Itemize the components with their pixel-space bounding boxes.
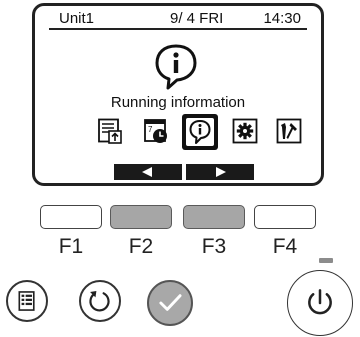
power-button[interactable] bbox=[287, 270, 353, 336]
f2-label: F2 bbox=[128, 235, 154, 258]
svg-text:7: 7 bbox=[148, 125, 153, 134]
info-menu-item-selected[interactable] bbox=[182, 114, 218, 150]
f4-label: F4 bbox=[272, 235, 298, 258]
f3-key[interactable] bbox=[183, 205, 245, 229]
power-icon bbox=[308, 289, 332, 315]
ok-button[interactable] bbox=[147, 280, 193, 326]
clock-display: 14:30 bbox=[263, 10, 301, 27]
maintenance-icon[interactable] bbox=[276, 118, 302, 144]
menu-title: Running information bbox=[110, 94, 246, 111]
right-arrow-icon[interactable] bbox=[186, 164, 254, 180]
lcd-screen: Unit1 9/ 4 FRI 14:30 Running information… bbox=[32, 3, 324, 186]
date-display: 9/ 4 FRI bbox=[170, 10, 224, 27]
schedule-icon[interactable]: 7 bbox=[143, 118, 169, 144]
f1-label: F1 bbox=[58, 235, 84, 258]
unit-name: Unit1 bbox=[59, 10, 95, 27]
menu-icon bbox=[18, 291, 35, 311]
f1-key[interactable] bbox=[40, 205, 102, 229]
f3-label: F3 bbox=[201, 235, 227, 258]
gear-icon[interactable] bbox=[232, 118, 258, 144]
return-icon bbox=[89, 291, 110, 312]
check-icon bbox=[159, 294, 182, 311]
left-arrow-icon[interactable] bbox=[114, 164, 182, 180]
operation-lamp bbox=[319, 258, 333, 263]
f4-key[interactable] bbox=[254, 205, 316, 229]
f2-key[interactable] bbox=[110, 205, 172, 229]
info-icon bbox=[152, 42, 200, 90]
menu-button[interactable] bbox=[6, 280, 48, 322]
data-list-icon[interactable] bbox=[97, 118, 123, 144]
return-button[interactable] bbox=[79, 280, 121, 322]
status-bar: Unit1 9/ 4 FRI 14:30 bbox=[49, 8, 307, 30]
